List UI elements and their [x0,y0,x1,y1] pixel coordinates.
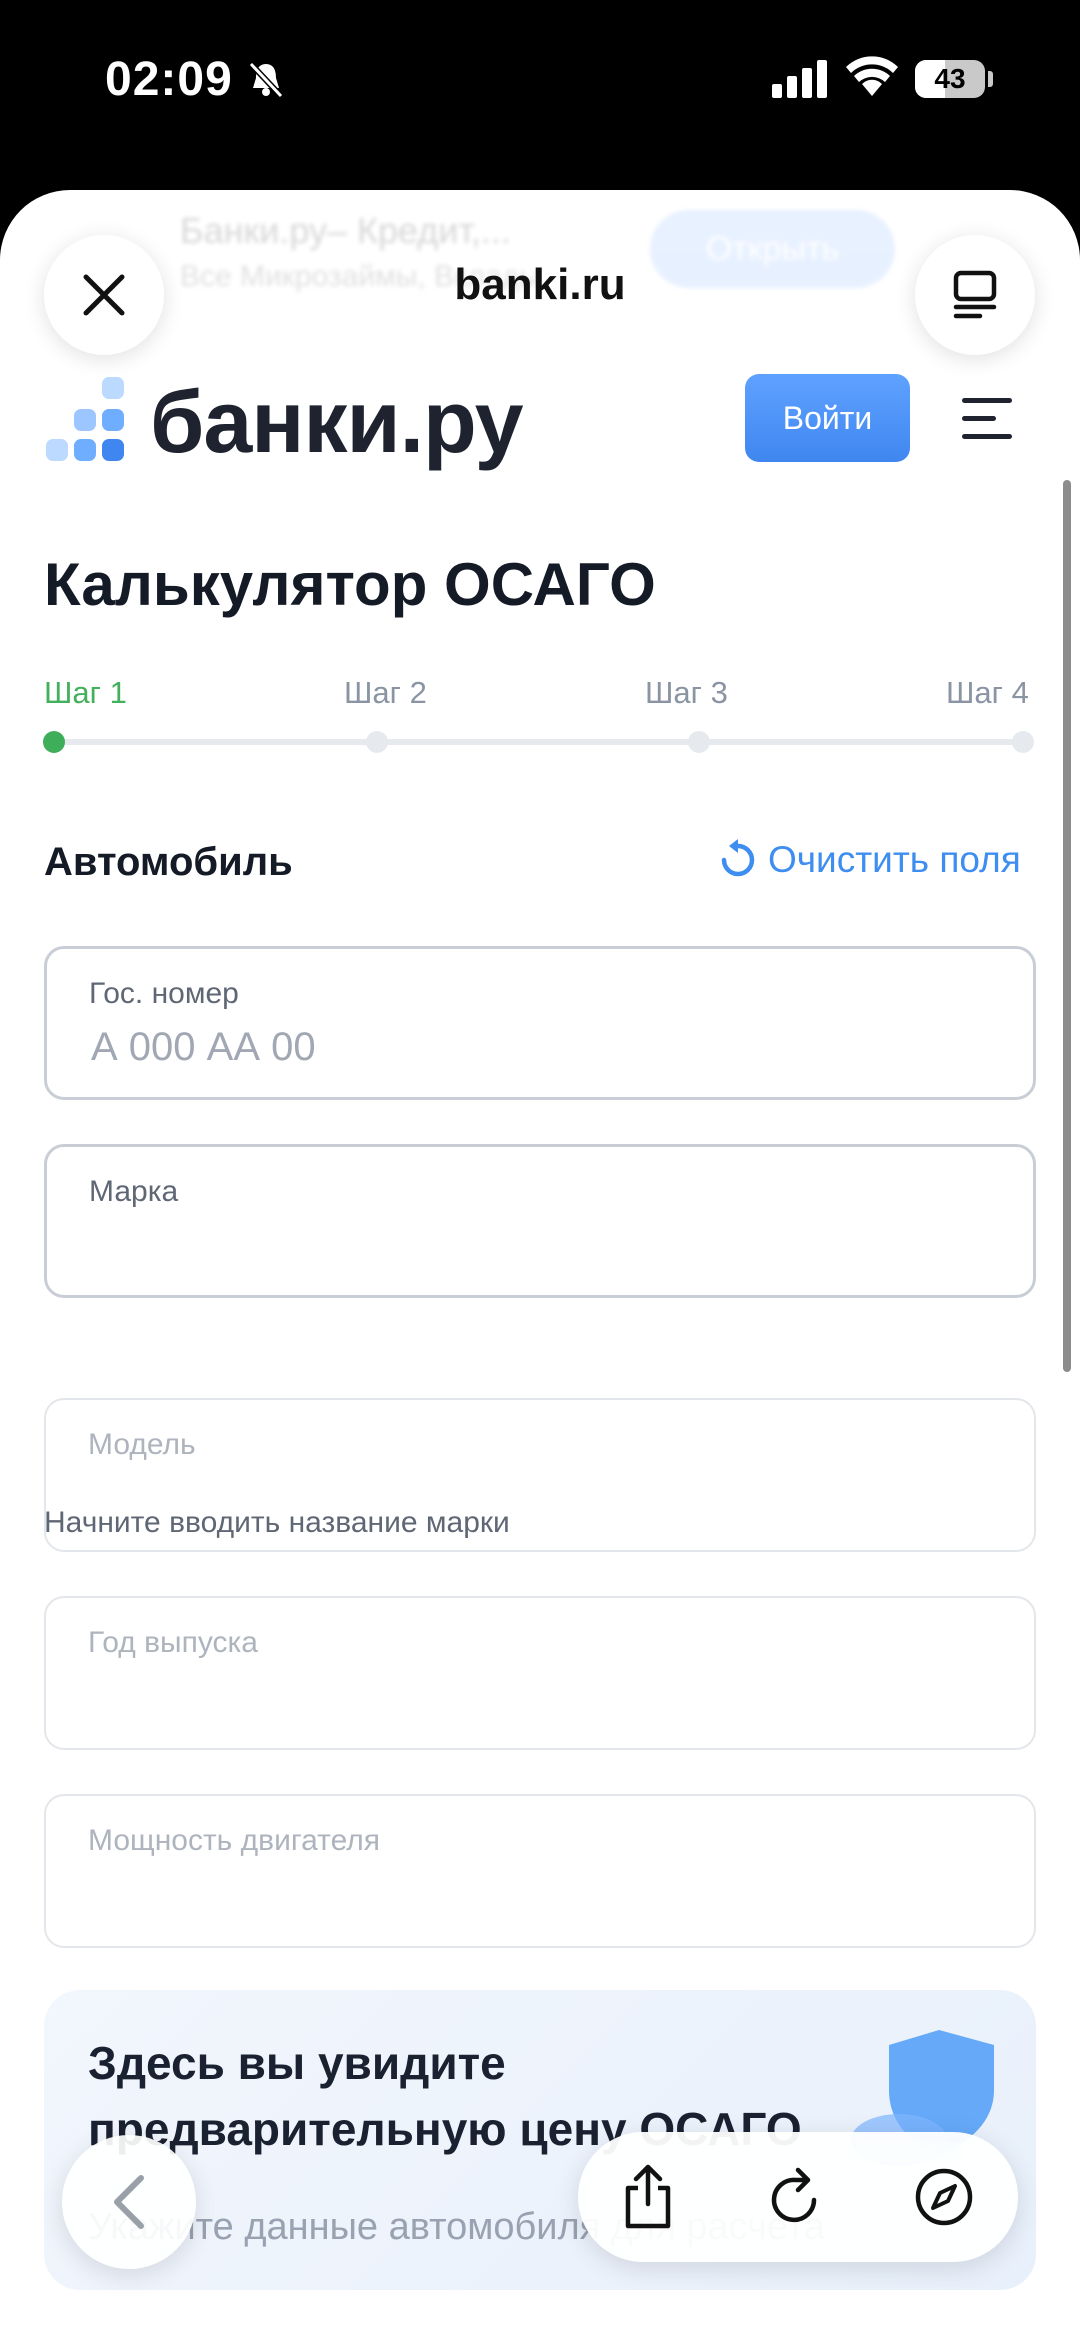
brand-field[interactable]: Марка [44,1144,1036,1298]
step-progress-track [54,739,1026,745]
logo-mark-icon [46,377,124,461]
page-title: Калькулятор ОСАГО [44,551,656,618]
step-4-dot [1012,731,1034,753]
year-label: Год выпуска [88,1626,258,1659]
step-1-label: Шаг 1 [44,675,127,710]
step-3-dot [688,731,710,753]
login-button[interactable]: Войти [745,374,910,462]
engine-power-label: Мощность двигателя [88,1824,381,1857]
plate-number-label: Гос. номер [89,977,239,1010]
plate-number-field[interactable]: Гос. номер А 000 АА 00 [44,946,1036,1100]
section-title-car: Автомобиль [44,840,293,884]
model-label: Модель [88,1428,196,1461]
browser-actions-toolbar [578,2132,1018,2262]
menu-icon[interactable] [962,398,1012,440]
logo-text: банки.ру [150,372,524,471]
back-button[interactable] [62,2135,196,2269]
reload-button[interactable] [756,2157,836,2237]
year-field[interactable]: Год выпуска [44,1596,1036,1750]
reader-icon [953,270,997,319]
clear-fields-button[interactable]: Очистить поля [716,838,1021,882]
step-2-dot [366,731,388,753]
plate-number-placeholder: А 000 АА 00 [91,1025,316,1069]
share-button[interactable] [608,2157,688,2237]
wifi-icon [846,56,898,96]
cellular-signal-icon [772,60,827,98]
step-2-label: Шаг 2 [344,675,427,710]
battery-tip [988,71,993,87]
step-3-label: Шаг 3 [645,675,728,710]
site-logo[interactable]: банки.ру [44,372,524,472]
back-icon [114,2175,144,2229]
page-scrollbar[interactable] [1063,480,1071,1372]
brand-label: Марка [89,1175,179,1208]
clear-fields-label: Очистить поля [768,839,1021,880]
reset-icon [721,839,755,877]
model-field[interactable]: Модель [44,1398,1036,1552]
app-banner-title: Банки.ру– Кредит,... [180,210,511,251]
silent-bell-icon [248,61,284,99]
reload-icon [771,2167,817,2223]
compass-icon [915,2168,973,2226]
battery-indicator: 43 [915,60,985,98]
step-4-label: Шаг 4 [946,675,1029,710]
status-time: 02:09 [105,53,233,106]
battery-percent: 43 [934,63,966,94]
step-1-dot [43,731,65,753]
engine-power-field[interactable]: Мощность двигателя [44,1794,1036,1948]
open-in-safari-button[interactable] [904,2157,984,2237]
browser-sheet: Банки.ру– Кредит,... Все Микрозаймы, Вкл… [0,190,1080,2341]
share-icon [625,2164,671,2229]
reader-mode-button[interactable] [915,235,1035,355]
status-bar: 02:09 43 [0,0,1080,160]
